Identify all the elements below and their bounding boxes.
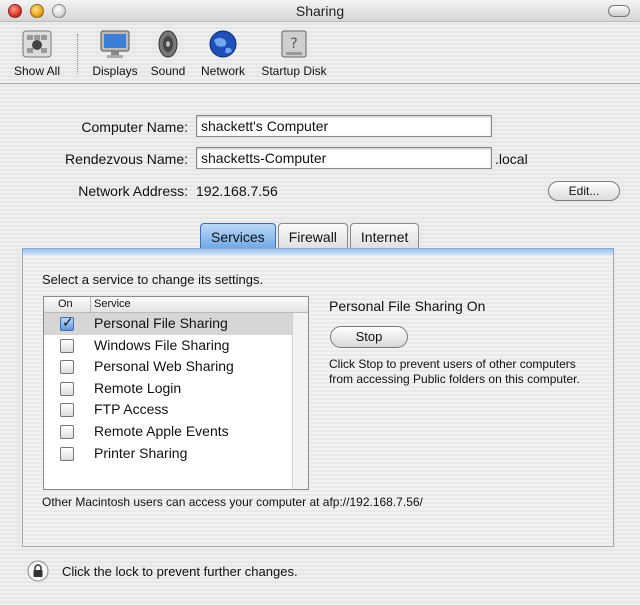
toolbar-displays[interactable]: Displays <box>88 28 142 78</box>
globe-icon <box>209 30 237 58</box>
rendezvous-suffix: .local <box>495 151 528 167</box>
stop-button[interactable]: Stop <box>330 326 408 348</box>
toolbar: Show All Displays Sound Network ? Startu… <box>0 22 640 84</box>
service-name: Windows File Sharing <box>94 336 230 353</box>
toolbar-label: Show All <box>13 64 61 78</box>
rendezvous-name-label: Rendezvous Name: <box>65 151 188 167</box>
service-name: Remote Apple Events <box>94 422 229 439</box>
window-title: Sharing <box>295 3 345 19</box>
computer-name-label: Computer Name: <box>81 119 188 135</box>
tab-firewall[interactable]: Firewall <box>277 223 348 249</box>
table-row[interactable]: FTP Access <box>44 399 308 421</box>
speaker-icon <box>158 30 178 58</box>
toolbar-label: Startup Disk <box>261 64 327 78</box>
service-status: Personal File Sharing On <box>329 298 486 314</box>
service-name: Printer Sharing <box>94 444 188 461</box>
column-on: On <box>58 298 73 310</box>
toolbar-sound[interactable]: Sound <box>148 28 188 78</box>
service-name: Personal Web Sharing <box>94 358 234 375</box>
service-name: Remote Login <box>94 379 182 396</box>
sharing-window: Sharing Show All Displays Sound Network … <box>0 0 640 605</box>
monitor-icon <box>100 30 130 58</box>
table-row[interactable]: Personal Web Sharing <box>44 356 308 378</box>
service-checkbox[interactable] <box>60 403 74 418</box>
toolbar-startup-disk[interactable]: ? Startup Disk <box>256 28 332 78</box>
services-table[interactable]: On Service ✓ Personal File Sharing Windo… <box>43 296 309 490</box>
tab-bar: Services Firewall Internet <box>200 223 421 250</box>
network-address-label: Network Address: <box>78 183 188 199</box>
services-intro: Select a service to change its settings. <box>42 272 264 287</box>
services-panel: Select a service to change its settings.… <box>22 255 614 547</box>
lock-hint: Click the lock to prevent further change… <box>62 564 298 579</box>
table-row[interactable]: Remote Login <box>44 378 308 400</box>
column-service: Service <box>94 298 131 310</box>
toolbar-toggle-button[interactable] <box>608 5 630 17</box>
rendezvous-name-field[interactable]: shacketts-Computer <box>196 147 492 169</box>
service-name: FTP Access <box>94 401 169 418</box>
column-divider <box>90 297 91 313</box>
table-row[interactable]: ✓ Personal File Sharing <box>44 313 292 335</box>
service-checkbox[interactable] <box>60 338 74 353</box>
toolbar-label: Network <box>200 64 245 78</box>
service-name: Personal File Sharing <box>94 315 228 331</box>
service-checkbox[interactable]: ✓ <box>60 314 74 331</box>
service-checkbox[interactable] <box>60 424 74 439</box>
toolbar-label: Displays <box>92 64 138 78</box>
afp-address-note: Other Macintosh users can access your co… <box>42 495 423 509</box>
table-row[interactable]: Printer Sharing <box>44 443 308 465</box>
table-row[interactable]: Windows File Sharing <box>44 335 308 357</box>
tab-internet[interactable]: Internet <box>349 223 420 249</box>
tab-services[interactable]: Services <box>200 223 276 249</box>
lock-icon[interactable] <box>27 560 49 582</box>
toolbar-network[interactable]: Network <box>196 28 250 78</box>
service-checkbox[interactable] <box>60 360 74 375</box>
service-checkbox[interactable] <box>60 446 74 461</box>
table-row[interactable]: Remote Apple Events <box>44 421 308 443</box>
service-checkbox[interactable] <box>60 381 74 396</box>
toolbar-show-all[interactable]: Show All <box>6 28 68 78</box>
checkmark-icon: ✓ <box>62 314 74 330</box>
service-description: Click Stop to prevent users of other com… <box>329 357 580 386</box>
toolbar-label: Sound <box>150 64 186 78</box>
table-scrollbar[interactable] <box>292 313 308 489</box>
computer-name-field[interactable]: shackett's Computer <box>196 115 492 137</box>
table-header: On Service <box>44 297 308 313</box>
network-address-value: 192.168.7.56 <box>196 183 278 199</box>
disk-icon: ? <box>281 30 307 58</box>
svg-text:?: ? <box>290 36 297 52</box>
edit-button[interactable]: Edit... <box>548 181 620 201</box>
toolbar-separator <box>77 34 78 74</box>
title-bar: Sharing <box>0 0 640 22</box>
apple-icon <box>22 30 52 58</box>
